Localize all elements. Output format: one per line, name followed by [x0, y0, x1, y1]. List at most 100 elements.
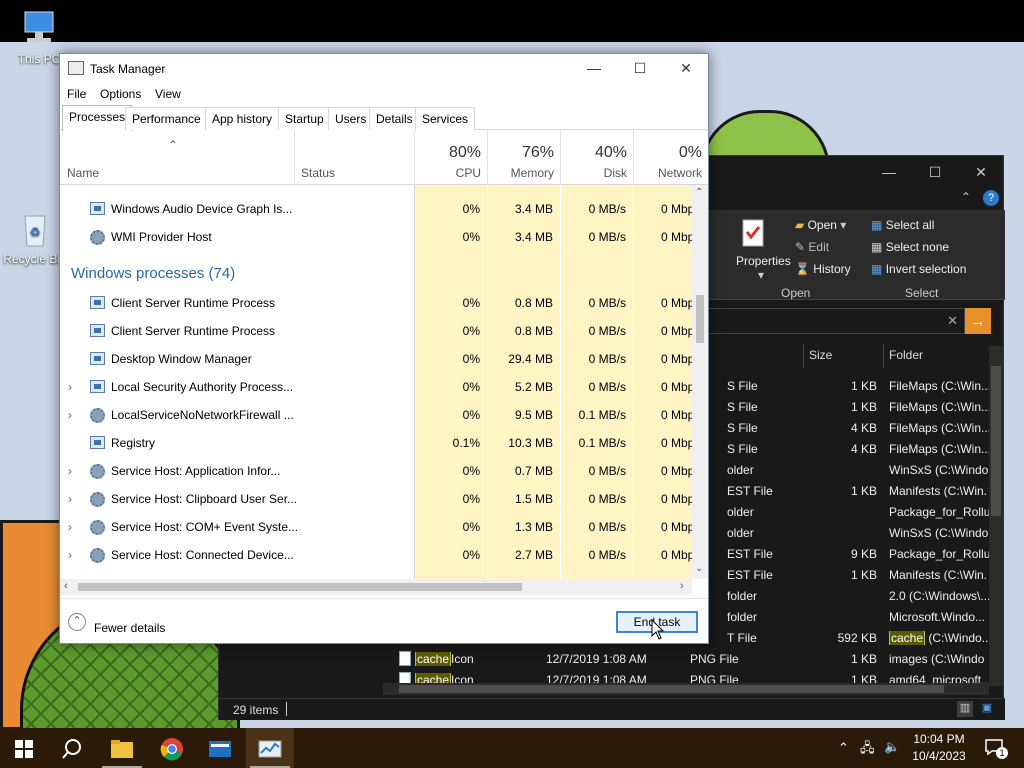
minimize-icon[interactable]: — — [867, 160, 911, 184]
volume-icon[interactable]: 🔈 — [884, 739, 900, 755]
file-type: EST File — [727, 484, 773, 498]
app-taskbar-icon[interactable] — [196, 728, 244, 768]
search-box[interactable]: ✕ — [699, 308, 965, 334]
scrollbar-thumb[interactable] — [696, 295, 704, 343]
clock-date: 10/4/2023 — [912, 749, 966, 763]
horizontal-scrollbar[interactable]: ‹ › — [60, 579, 692, 595]
scroll-up-icon[interactable]: ⌃ — [695, 187, 703, 198]
tab-services[interactable]: Services — [415, 107, 476, 130]
column-header-status[interactable]: Status — [294, 130, 414, 185]
column-header-size[interactable]: Size — [809, 348, 832, 362]
expand-chevron-icon[interactable]: › — [68, 464, 72, 478]
start-button[interactable] — [0, 728, 48, 768]
process-row[interactable]: Desktop Window Manager 0% 29.4 MB 0 MB/s 0 M… — [60, 345, 692, 373]
expand-chevron-icon[interactable]: › — [68, 492, 72, 506]
help-icon[interactable]: ? — [983, 190, 999, 206]
column-header-folder[interactable]: Folder — [889, 348, 923, 362]
process-row[interactable]: Registry 0.1% 10.3 MB 0.1 MB/s 0 Mbp — [60, 429, 692, 457]
edit-button[interactable]: ✎ Edit — [795, 240, 829, 254]
minimize-icon[interactable]: — — [571, 54, 617, 83]
expand-chevron-icon[interactable]: › — [68, 380, 72, 394]
chevron-up-icon[interactable]: ⌃ — [961, 190, 971, 204]
chrome-icon[interactable] — [148, 728, 196, 768]
column-header-disk[interactable]: 40% Disk — [560, 130, 633, 185]
properties-button[interactable]: Properties — [736, 254, 791, 268]
clock[interactable]: 10:04 PM 10/4/2023 — [906, 732, 972, 763]
menu-view[interactable]: View — [155, 87, 181, 101]
column-header-name[interactable]: Name — [67, 166, 99, 180]
vertical-scrollbar[interactable]: ⌃ ⌄ — [692, 185, 708, 579]
tab-performance[interactable]: Performance — [125, 107, 208, 130]
tab-details[interactable]: Details — [369, 107, 420, 130]
process-row[interactable]: › Service Host: Clipboard User Ser... 0% 1.… — [60, 485, 692, 513]
task-manager-window: Task Manager — ☐ ✕ File Options View Pro… — [59, 53, 709, 644]
process-row[interactable]: › LocalServiceNoNetworkFirewall ... 0% 9.5 … — [60, 401, 692, 429]
close-icon[interactable]: ✕ — [663, 54, 709, 83]
process-row[interactable]: › Local Security Authority Process... 0% 5.… — [60, 373, 692, 401]
select-all-button[interactable]: ▦ Select all — [871, 218, 934, 232]
process-row[interactable]: › Service Host: Application Infor... 0% 0.7… — [60, 457, 692, 485]
open-button[interactable]: ▰ Open ▾ — [795, 218, 846, 232]
tab-app-history[interactable]: App history — [205, 107, 280, 130]
sort-arrow-icon[interactable]: ⌃ — [168, 138, 178, 152]
menu-options[interactable]: Options — [100, 87, 141, 101]
column-header-network[interactable]: 0% Network — [633, 130, 708, 185]
menu-file[interactable]: File — [67, 87, 86, 101]
scrollbar-thumb[interactable] — [991, 366, 1001, 516]
service-gear-icon — [90, 408, 105, 423]
vertical-scrollbar[interactable] — [989, 346, 1003, 686]
window-title: Task Manager — [90, 62, 166, 76]
search-icon[interactable] — [48, 728, 96, 768]
chevron-up-icon[interactable]: ⌃ — [68, 613, 86, 631]
file-size: 4 KB — [850, 421, 877, 435]
expand-chevron-icon[interactable]: › — [68, 520, 72, 534]
details-view-icon[interactable]: ▥ — [957, 701, 973, 717]
expand-chevron-icon[interactable]: › — [68, 548, 72, 562]
fewer-details-link[interactable]: Fewer details — [94, 621, 165, 635]
network-icon[interactable]: 🖧 — [860, 739, 875, 761]
clear-icon[interactable]: ✕ — [947, 313, 958, 329]
scroll-left-icon[interactable]: ‹ — [64, 580, 68, 592]
column-header-memory[interactable]: 76% Memory — [487, 130, 560, 185]
process-memory: 5.2 MB — [514, 380, 553, 394]
go-arrow-icon[interactable]: → — [965, 308, 991, 334]
process-row[interactable]: Client Server Runtime Process 0% 0.8 MB 0 M… — [60, 317, 692, 345]
item-count: 29 items — [233, 703, 279, 717]
file-row[interactable]: cache Icon 12/7/2019 1:08 AM PNG File 1 KB im… — [219, 649, 1005, 670]
large-icons-view-icon[interactable]: ▣ — [979, 701, 995, 717]
png-file-icon — [399, 651, 411, 666]
maximize-icon[interactable]: ☐ — [617, 54, 663, 83]
file-type: S File — [727, 400, 758, 414]
process-cpu: 0% — [462, 464, 480, 478]
close-icon[interactable]: ✕ — [959, 160, 1003, 184]
tab-startup[interactable]: Startup — [278, 107, 331, 130]
process-row[interactable]: › Service Host: COM+ Event Syste... 0% 1.3 … — [60, 513, 692, 541]
scrollbar-thumb[interactable] — [399, 685, 944, 693]
task-manager-titlebar[interactable]: Task Manager — ☐ ✕ — [60, 54, 708, 83]
scroll-right-icon[interactable]: › — [680, 580, 684, 592]
file-folder: Manifests (C:\Win. — [889, 484, 988, 498]
maximize-icon[interactable]: ☐ — [913, 160, 957, 184]
show-hidden-icons-icon[interactable]: ⌃ — [838, 740, 849, 756]
column-header-cpu[interactable]: 80% CPU — [414, 130, 487, 185]
process-row[interactable]: Client Server Runtime Process 0% 0.8 MB 0 M… — [60, 289, 692, 317]
file-folder: cache (C:\Windo... — [889, 631, 989, 645]
tab-users[interactable]: Users — [328, 107, 374, 130]
scroll-down-icon[interactable]: ⌄ — [695, 563, 703, 574]
expand-chevron-icon[interactable]: › — [68, 408, 72, 422]
notification-icon[interactable]: 1 — [984, 738, 1008, 759]
task-manager-taskbar-icon[interactable] — [246, 728, 294, 768]
process-row[interactable]: WMI Provider Host 0% 3.4 MB 0 MB/s 0 Mbp — [60, 223, 692, 251]
chevron-down-icon[interactable]: ▾ — [758, 268, 764, 282]
process-disk: 0.1 MB/s — [578, 408, 626, 422]
horizontal-scrollbar[interactable] — [383, 683, 989, 695]
file-explorer-taskbar-icon[interactable] — [98, 728, 146, 768]
scrollbar-thumb[interactable] — [78, 583, 522, 591]
history-button[interactable]: ⌛ History — [795, 262, 851, 276]
properties-icon[interactable] — [739, 218, 779, 248]
process-row[interactable]: › Service Host: Connected Device... 0% 2.7 … — [60, 541, 692, 569]
select-none-button[interactable]: ▦ Select none — [871, 240, 949, 254]
process-row[interactable]: Windows Audio Device Graph Is... 0% 3.4 MB… — [60, 195, 692, 223]
invert-selection-button[interactable]: ▦ Invert selection — [871, 262, 966, 276]
tab-processes[interactable]: Processes — [62, 105, 133, 131]
